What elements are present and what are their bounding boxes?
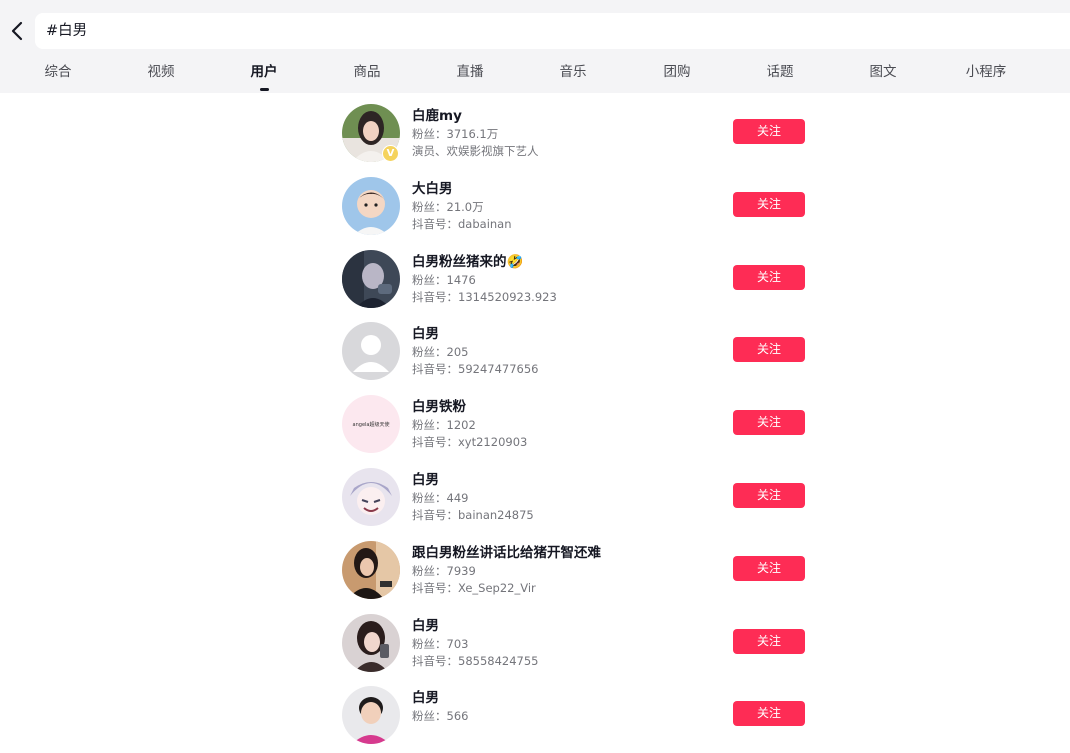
user-detail: 抖音号：xyt2120903 (412, 435, 528, 449)
user-nickname[interactable]: 白男粉丝猪来的🤣 (412, 250, 523, 270)
user-detail: 抖音号：58558424755 (412, 654, 539, 668)
search-query: #白男 (46, 23, 88, 39)
avatar[interactable] (342, 322, 400, 380)
tab-6[interactable]: 团购 (664, 52, 691, 93)
user-detail: 抖音号：59247477656 (412, 362, 539, 376)
follow-button[interactable]: 关注 (733, 629, 805, 654)
tab-0[interactable]: 综合 (45, 52, 72, 93)
user-detail: 演员、欢娱影视旗下艺人 (412, 144, 539, 158)
user-fans-count: 粉丝：703 (412, 637, 469, 651)
tab-7[interactable]: 话题 (767, 52, 794, 93)
follow-button[interactable]: 关注 (733, 192, 805, 217)
user-detail: 抖音号：dabainan (412, 217, 512, 231)
avatar[interactable] (342, 177, 400, 235)
user-fans-count: 粉丝：449 (412, 491, 469, 505)
user-row[interactable]: 跟白男粉丝讲话比给猪开智还难粉丝：7939 抖音号：Xe_Sep22_Vir 关注 (340, 538, 820, 608)
tab-8[interactable]: 图文 (870, 52, 897, 93)
user-row[interactable]: 白男粉丝：703 抖音号：58558424755 关注 (340, 611, 820, 681)
user-nickname[interactable]: 白男 (412, 322, 439, 342)
user-detail: 抖音号：bainan24875 (412, 508, 534, 522)
user-row[interactable]: 白男粉丝猪来的🤣 粉丝：1476 抖音号：1314520923.923 关注 (340, 247, 820, 317)
tab-5[interactable]: 音乐 (560, 52, 587, 93)
follow-button[interactable]: 关注 (733, 410, 805, 435)
verified-badge-icon: V (382, 145, 399, 162)
follow-button[interactable]: 关注 (733, 119, 805, 144)
user-fans-count: 粉丝：205 (412, 345, 469, 359)
avatar[interactable] (342, 541, 400, 599)
avatar[interactable]: angela超级天使 (342, 395, 400, 453)
category-tabs: 综合 视频 用户 商品 直播 音乐 团购 话题 图文 小程序 (0, 52, 1070, 93)
avatar[interactable] (342, 468, 400, 526)
user-detail: 抖音号：1314520923.923 (412, 290, 557, 304)
avatar[interactable] (342, 614, 400, 672)
user-fans-count: 粉丝：566 (412, 709, 469, 723)
user-detail: 抖音号：Xe_Sep22_Vir (412, 581, 536, 595)
user-nickname[interactable]: 白鹿my (412, 104, 462, 124)
user-row[interactable]: 大白男粉丝：21.0万抖音号：dabainan 关注 (340, 174, 820, 244)
user-nickname[interactable]: 白男 (412, 686, 439, 706)
user-row[interactable]: 白男粉丝：566 关注 (340, 683, 820, 753)
tab-2[interactable]: 用户 (251, 52, 278, 93)
search-input[interactable]: #白男 (35, 13, 1070, 49)
user-nickname[interactable]: 白男铁粉 (412, 395, 466, 415)
avatar[interactable] (342, 686, 400, 744)
user-row[interactable]: 白男粉丝：205 抖音号：59247477656 关注 (340, 319, 820, 389)
follow-button[interactable]: 关注 (733, 483, 805, 508)
tab-3[interactable]: 商品 (354, 52, 381, 93)
user-list: V 白鹿my 粉丝：3716.1万 演员、欢娱影视旗下艺人 关注 大白男 粉丝：21.0万抖… (0, 93, 1070, 744)
chevron-left-icon (11, 21, 23, 41)
user-nickname[interactable]: 白男 (412, 468, 439, 488)
tab-4[interactable]: 直播 (457, 52, 484, 93)
follow-button[interactable]: 关注 (733, 556, 805, 581)
user-nickname[interactable]: 白男 (412, 614, 439, 634)
svg-text:angela超级天使: angela超级天使 (353, 421, 390, 428)
tab-9[interactable]: 小程序 (966, 52, 1007, 93)
tab-1[interactable]: 视频 (148, 52, 175, 93)
active-tab-indicator (259, 88, 269, 91)
user-row[interactable]: V 白鹿my 粉丝：3716.1万演员、欢娱影视旗下艺人 关注 (340, 101, 820, 171)
user-fans-count: 粉丝：7939 (412, 564, 476, 578)
user-nickname[interactable]: 跟白男粉丝讲话比给猪开智还难 (412, 541, 601, 561)
user-fans-count: 粉丝：21.0万 (412, 200, 484, 214)
top-bar: #白男 综合 视频 用户 商品 直播 音乐 团购 话题 图文 小程序 (0, 0, 1070, 93)
user-nickname[interactable]: 大白男 (412, 177, 453, 197)
back-button[interactable] (6, 18, 28, 44)
follow-button[interactable]: 关注 (733, 337, 805, 362)
user-fans-count: 粉丝：3716.1万 (412, 127, 499, 141)
user-fans-count: 粉丝：1202 (412, 418, 476, 432)
follow-button[interactable]: 关注 (733, 265, 805, 290)
user-row[interactable]: 白男粉丝：449 抖音号：bainan24875 关注 (340, 465, 820, 535)
follow-button[interactable]: 关注 (733, 701, 805, 726)
avatar[interactable] (342, 250, 400, 308)
user-fans-count: 粉丝：1476 (412, 273, 476, 287)
user-row[interactable]: angela超级天使 白男铁粉粉丝：1202 抖音号：xyt2120903 关注 (340, 392, 820, 462)
